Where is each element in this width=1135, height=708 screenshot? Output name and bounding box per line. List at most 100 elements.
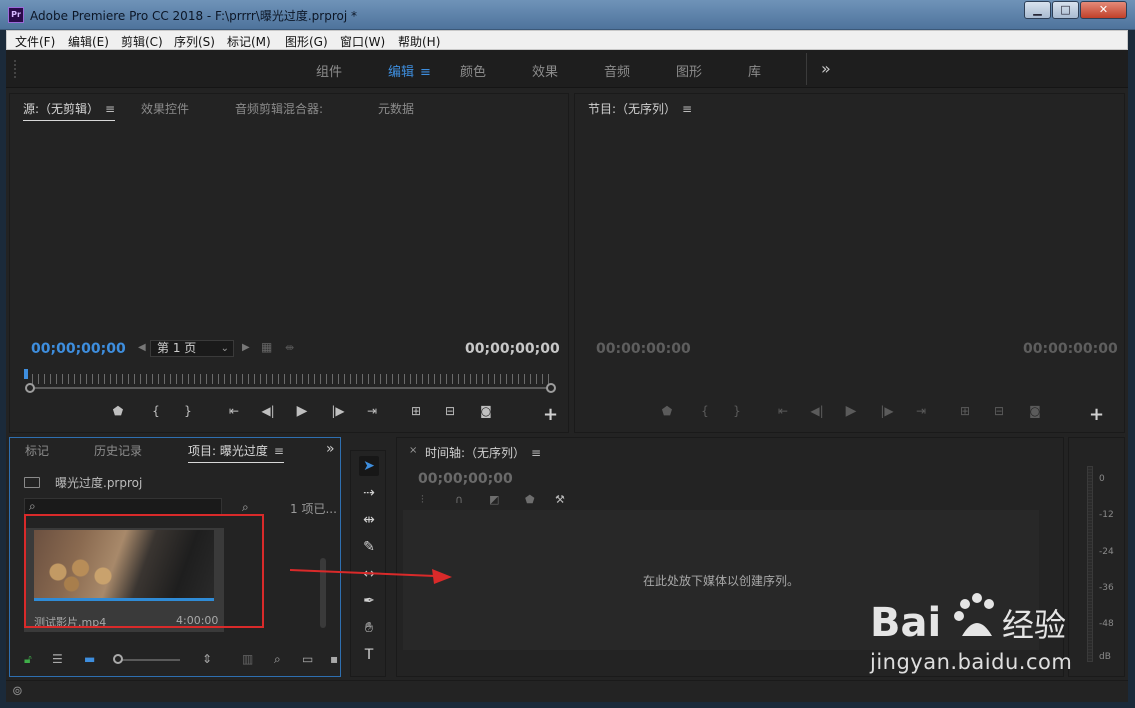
menu-icon[interactable]: ≡ [420,65,431,80]
step-forward-icon[interactable]: |▶ [877,404,897,418]
media-clip-item[interactable]: 测试影片.mp4 4:00:00 [24,528,224,632]
go-to-in-icon[interactable]: ⇤ [773,404,793,418]
cloud-sync-icon[interactable]: ⊚ [12,684,23,699]
hand-tool-icon[interactable]: ✋︎ [359,618,379,638]
insert-nest-icon[interactable]: ⫶ [421,493,424,507]
workspace-tab-effects[interactable]: 效果 [532,61,558,80]
close-button[interactable]: ✕ [1080,1,1127,19]
menu-marker[interactable]: 标记(M) [227,33,271,50]
play-icon[interactable]: ▶ [841,403,861,419]
tab-markers[interactable]: 标记 [25,442,49,459]
new-bin-icon[interactable]: ▭ [302,652,313,666]
new-item-icon[interactable]: ▪ [330,652,338,666]
wrench-icon[interactable]: ⚒ [555,493,565,506]
tab-timeline[interactable]: 时间轴:（无序列） ≡ [425,444,541,461]
camera-icon[interactable]: ◙ [1025,404,1045,418]
workspace-tab-graphics[interactable]: 图形 [676,61,702,80]
add-marker-icon[interactable]: ⬟ [657,404,677,418]
tab-history[interactable]: 历史记录 [94,442,142,459]
timeline-timecode[interactable]: 00;00;00;00 [418,471,513,487]
step-forward-icon[interactable]: |▶ [328,404,348,418]
playhead[interactable] [24,369,28,379]
extract-icon[interactable]: ⊟ [989,404,1009,418]
automate-icon[interactable]: ▥ [242,652,253,666]
tab-metadata[interactable]: 元数据 [378,100,414,117]
menu-window[interactable]: 窗口(W) [340,33,385,50]
mark-in-icon[interactable]: { [146,404,166,418]
go-to-out-icon[interactable]: ⇥ [911,404,931,418]
mark-out-icon[interactable]: } [178,404,198,418]
timeline-drop-zone[interactable]: 在此处放下媒体以创建序列。 [403,510,1039,650]
go-to-out-icon[interactable]: ⇥ [362,404,382,418]
type-tool-icon[interactable]: T [359,645,379,665]
display-icon[interactable]: ▦ [261,340,272,354]
menu-sequence[interactable]: 序列(S) [174,33,215,50]
mark-out-icon[interactable]: } [727,404,747,418]
icon-view-icon[interactable]: ▬ [84,652,95,666]
zoom-handle-left[interactable] [25,383,35,393]
program-timecode-in[interactable]: 00:00:00:00 [596,341,691,357]
sort-icon[interactable]: ⇕ [202,652,212,666]
add-button-icon[interactable]: + [1089,404,1104,425]
menu-icon[interactable]: ≡ [682,102,692,116]
menu-help[interactable]: 帮助(H) [398,33,440,50]
project-search-input[interactable]: ⌕ [24,498,222,516]
add-marker-icon[interactable]: ⬟ [108,404,128,418]
insert-icon[interactable]: ⊞ [406,404,426,418]
step-back-icon[interactable]: ◀| [258,404,278,418]
ripple-edit-tool-icon[interactable]: ⇹ [359,510,379,530]
add-marker-icon[interactable]: ⬟ [525,493,535,506]
selection-tool-icon[interactable]: ➤ [359,456,379,476]
menu-icon[interactable]: ≡ [274,444,284,458]
close-tab-icon[interactable]: × [409,445,417,456]
list-view-icon[interactable]: ☰ [52,652,63,666]
tab-program[interactable]: 节目:（无序列） ≡ [588,100,692,117]
page-next-icon[interactable]: ▶ [242,342,250,353]
drag-icon[interactable]: ⇼ [285,341,294,354]
new-search-bin-icon[interactable]: ⌕ [242,500,249,515]
mark-in-icon[interactable]: { [695,404,715,418]
tab-source[interactable]: 源:（无剪辑） ≡ [23,100,116,121]
time-ruler[interactable] [32,374,552,384]
tab-audio-clip-mixer[interactable]: 音频剪辑混合器: [235,100,323,117]
linked-selection-icon[interactable]: ◩ [489,493,499,506]
pen-tool-icon[interactable]: ✒ [359,591,379,611]
overwrite-icon[interactable]: ⊟ [440,404,460,418]
tab-effect-controls[interactable]: 效果控件 [141,100,189,117]
zoom-handle-right[interactable] [546,383,556,393]
workspace-tab-audio[interactable]: 音频 [604,61,630,80]
camera-icon[interactable]: ◙ [476,404,496,418]
tab-project[interactable]: 项目: 曝光过度 ≡ [188,442,284,463]
page-dropdown[interactable]: 第 1 页 ⌄ [150,340,234,357]
workspace-tab-libraries[interactable]: 库 [748,61,761,80]
workspace-tab-editing[interactable]: 编辑 ≡ [388,61,431,80]
add-button-icon[interactable]: + [543,404,558,425]
track-select-tool-icon[interactable]: ⇢ [359,483,379,503]
menu-graphics[interactable]: 图形(G) [285,33,328,50]
zoom-slider-handle[interactable] [113,654,123,664]
menu-icon[interactable]: ≡ [105,102,115,116]
razor-tool-icon[interactable]: ✎ [359,537,379,557]
go-to-in-icon[interactable]: ⇤ [224,404,244,418]
step-back-icon[interactable]: ◀| [807,404,827,418]
menu-clip[interactable]: 剪辑(C) [121,33,163,50]
lock-icon[interactable]: 🔓︎ [24,652,32,667]
snap-icon[interactable]: ∩ [455,493,463,506]
maximize-button[interactable]: □ [1052,1,1079,19]
source-timecode-in[interactable]: 00;00;00;00 [31,341,126,357]
minimize-button[interactable]: ▁ [1024,1,1051,19]
menu-edit[interactable]: 编辑(E) [68,33,109,50]
more-workspaces-icon[interactable]: » [821,59,831,78]
lift-icon[interactable]: ⊞ [955,404,975,418]
menu-file[interactable]: 文件(F) [15,33,55,50]
menu-icon[interactable]: ≡ [531,446,541,460]
more-panels-icon[interactable]: » [326,441,335,457]
workspace-tab-color[interactable]: 颜色 [460,61,486,80]
zoom-scroll-bar[interactable] [34,387,550,389]
grip-handle[interactable] [14,60,16,78]
page-prev-icon[interactable]: ◀ [138,342,146,353]
workspace-tab-assembly[interactable]: 组件 [316,61,342,80]
zoom-slider[interactable] [116,659,180,661]
find-icon[interactable]: ⌕ [274,652,281,667]
play-icon[interactable]: ▶ [292,403,312,419]
